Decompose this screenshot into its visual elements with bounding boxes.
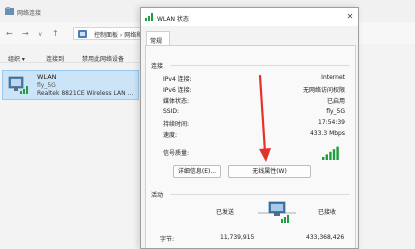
media-state-value: 已启用 (326, 98, 345, 105)
history-chevron-icon[interactable]: ∨ (38, 31, 42, 38)
connect-to-button[interactable]: 连接到 (46, 54, 64, 63)
signal-bar (322, 157, 325, 160)
disable-device-button[interactable]: 禁用此网络设备 (82, 54, 124, 63)
media-state-label: 媒体状态: (163, 98, 190, 105)
ipv6-value: 无网络访问权限 (302, 87, 345, 94)
signal-bars-icon (322, 146, 339, 160)
ipv4-value: Internet (321, 74, 345, 81)
general-panel: 连接 IPv4 连接: Internet IPv6 连接: 无网络访问权限 媒体… (145, 45, 356, 248)
sent-label: 已发送 (216, 209, 235, 216)
duration-value: 17:54:39 (318, 119, 345, 126)
wireless-properties-button[interactable]: 无线属性(W) (228, 165, 311, 178)
connection-divider (170, 65, 350, 66)
ssid-value: fly_5G (326, 108, 345, 115)
wlan-status-dialog: WLAN 状态 ✕ 常规 连接 IPv4 连接: Internet IPv6 连… (140, 7, 359, 249)
back-arrow-icon[interactable]: ← (6, 29, 13, 38)
dialog-title: WLAN 状态 (157, 16, 189, 23)
wlan-adapter-item[interactable]: WLAN fly_5G Realtek 8821CE Wireless LAN … (2, 70, 139, 100)
bytes-label: 字节: (160, 236, 175, 243)
bytes-sent-value: 11,739,915 (220, 234, 255, 241)
network-folder-icon (5, 7, 14, 15)
network-activity-icon (258, 201, 296, 223)
ipv6-label: IPv6 连接: (163, 87, 192, 94)
signal-bar (325, 154, 328, 160)
speed-value: 433.3 Mbps (309, 130, 345, 137)
organize-menu[interactable]: 组织 ▾ (8, 54, 25, 63)
control-panel-icon (78, 30, 87, 38)
wireless-adapter-icon (8, 76, 28, 94)
activity-divider (170, 194, 350, 195)
forward-arrow-icon[interactable]: → (22, 29, 29, 38)
signal-bar (336, 146, 339, 160)
connection-section-title: 连接 (151, 63, 164, 70)
adapter-name: WLAN (37, 73, 57, 81)
details-button[interactable]: 详细信息(E)... (173, 165, 221, 178)
activity-section-title: 活动 (151, 192, 164, 199)
adapter-device: Realtek 8821CE Wireless LAN ... (37, 90, 134, 97)
explorer-toolbar: 组织 ▾ 连接到 禁用此网络设备 (0, 46, 140, 63)
received-label: 已接收 (318, 209, 337, 216)
signal-bar (332, 149, 336, 160)
signal-bar (329, 151, 332, 160)
duration-label: 持续时间: (163, 121, 190, 128)
ssid-label: SSID: (163, 108, 180, 115)
bytes-received-value: 433,368,426 (306, 234, 345, 241)
tab-general-label: 常规 (150, 38, 163, 45)
explorer-title: 网络连接 (17, 10, 42, 17)
ipv4-label: IPv4 连接: (163, 76, 192, 83)
tab-general[interactable]: 常规 (146, 31, 170, 46)
speed-label: 速度: (163, 132, 178, 139)
wlan-signal-icon (145, 13, 153, 21)
up-arrow-icon[interactable]: ↑ (52, 29, 59, 38)
close-icon[interactable]: ✕ (345, 12, 355, 22)
adapter-network: fly_5G (37, 82, 56, 89)
signal-quality-label: 信号质量: (163, 150, 190, 157)
dialog-titlebar: WLAN 状态 ✕ (141, 8, 358, 26)
